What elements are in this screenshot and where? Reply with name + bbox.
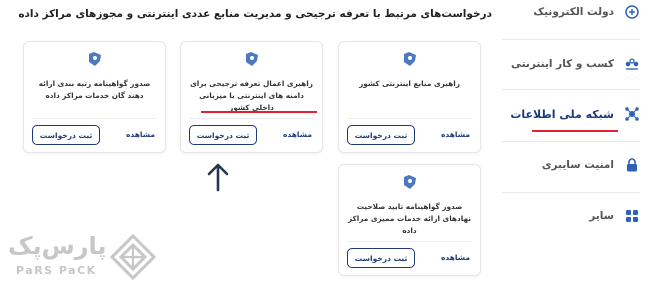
- service-icon: [243, 50, 261, 68]
- service-icon: [86, 50, 104, 68]
- card-divider: [347, 118, 472, 119]
- service-icon: [401, 50, 419, 68]
- submit-request-button[interactable]: ثبت درخواست: [189, 125, 257, 145]
- card-title: راهبری منابع اینترنتی کشور: [359, 79, 460, 88]
- service-card: صدور گواهینامه رتبه بندی ارائه دهند گان …: [23, 41, 166, 153]
- card-title: صدور گواهینامه رتبه بندی ارائه دهند گان …: [38, 79, 151, 100]
- sidebar-item-e-government[interactable]: دولت الکترونیک: [510, 0, 640, 36]
- logo-text-en: PaRS PaCK: [16, 264, 97, 277]
- service-card: راهبری اعمال تعرفه ترجیحی برای دامنه های…: [180, 41, 323, 153]
- view-link[interactable]: مشاهده: [126, 130, 155, 139]
- logo-mark-icon: [110, 234, 156, 280]
- view-link[interactable]: مشاهده: [441, 130, 470, 139]
- submit-request-button[interactable]: ثبت درخواست: [347, 125, 415, 145]
- sidebar-item-label: شبکه ملی اطلاعات: [510, 107, 614, 121]
- submit-request-button[interactable]: ثبت درخواست: [347, 248, 415, 268]
- card-divider: [32, 118, 157, 119]
- active-indicator: [532, 130, 618, 132]
- highlight-underline: [201, 111, 317, 113]
- service-card: راهبری منابع اینترنتی کشور ثبت درخواست م…: [338, 41, 481, 153]
- business-icon: [624, 56, 640, 72]
- gov-icon: [624, 4, 640, 20]
- view-link[interactable]: مشاهده: [441, 253, 470, 262]
- arrow-up-icon: [207, 163, 229, 192]
- logo-text-fa: پارس‌پک: [8, 232, 107, 260]
- sidebar-item-internet-business[interactable]: کسب و کار اینترنتی: [510, 40, 640, 88]
- sidebar-item-other[interactable]: سایر: [510, 192, 640, 240]
- parspack-logo: پارس‌پک PaRS PaCK: [8, 232, 158, 284]
- submit-request-button[interactable]: ثبت درخواست: [32, 125, 100, 145]
- network-icon: [624, 106, 640, 122]
- grid-icon: [624, 208, 640, 224]
- sidebar-nav: دولت الکترونیک کسب و کار اینترنتی شبکه م…: [502, 0, 650, 290]
- page: درخواست‌های مرتبط با تعرفه ترجیحی و مدیر…: [0, 0, 650, 290]
- service-icon: [401, 173, 419, 191]
- lock-icon: [624, 157, 640, 173]
- view-link[interactable]: مشاهده: [283, 130, 312, 139]
- sidebar-item-label: سایر: [589, 210, 614, 222]
- sidebar-item-label: امنیت سایبری: [541, 159, 614, 171]
- card-title: صدور گواهینامه تایید صلاحیت نهادهای ارائ…: [347, 202, 472, 235]
- card-title: راهبری اعمال تعرفه ترجیحی برای دامنه های…: [190, 79, 313, 112]
- service-card: صدور گواهینامه تایید صلاحیت نهادهای ارائ…: [338, 164, 481, 276]
- sidebar-item-label: دولت الکترونیک: [533, 6, 614, 18]
- card-divider: [189, 118, 314, 119]
- card-divider: [347, 241, 472, 242]
- sidebar-item-label: کسب و کار اینترنتی: [511, 58, 614, 70]
- page-heading: درخواست‌های مرتبط با تعرفه ترجیحی و مدیر…: [18, 8, 492, 20]
- sidebar-item-cyber-security[interactable]: امنیت سایبری: [510, 141, 640, 189]
